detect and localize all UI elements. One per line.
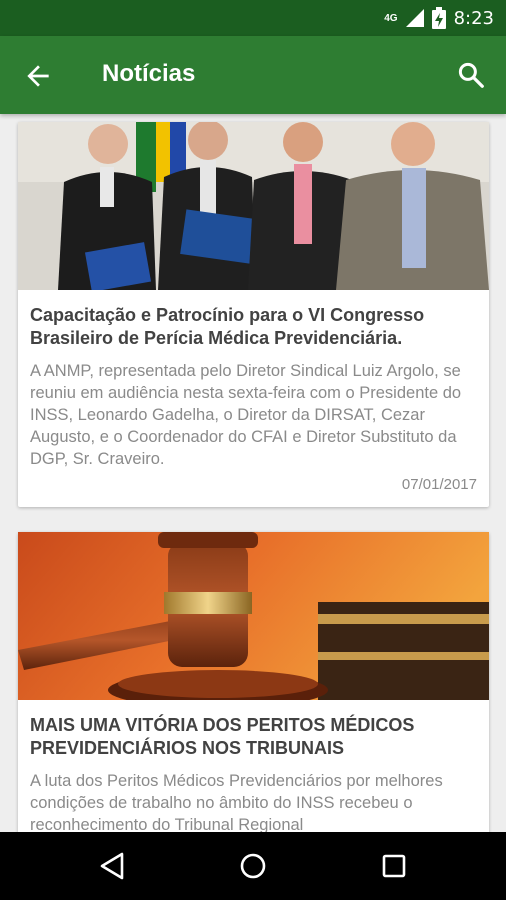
news-title[interactable]: MAIS UMA VITÓRIA DOS PERITOS MÉDICOS PRE… <box>30 714 477 760</box>
search-icon[interactable] <box>456 60 486 90</box>
battery-icon <box>431 7 446 29</box>
app-bar: Notícias <box>0 36 506 114</box>
news-image-gavel-photo <box>18 532 489 700</box>
news-card[interactable]: MAIS UMA VITÓRIA DOS PERITOS MÉDICOS PRE… <box>18 532 489 832</box>
news-card[interactable]: Capacitação e Patrocínio para o VI Congr… <box>18 122 489 507</box>
status-bar: 4G 8:23 <box>0 0 506 36</box>
network-type-label: 4G <box>384 12 398 24</box>
news-list: Capacitação e Patrocínio para o VI Congr… <box>0 114 506 832</box>
home-circle-icon[interactable] <box>236 849 270 883</box>
recents-square-icon[interactable] <box>377 849 411 883</box>
news-image-meeting-photo <box>18 122 489 290</box>
signal-icon <box>405 9 424 27</box>
news-title[interactable]: Capacitação e Patrocínio para o VI Congr… <box>30 304 477 350</box>
back-triangle-icon[interactable] <box>96 849 130 883</box>
news-date: 07/01/2017 <box>401 476 477 493</box>
back-arrow-icon[interactable] <box>22 60 54 92</box>
clock: 8:23 <box>453 7 494 29</box>
page-title: Notícias <box>102 60 196 87</box>
news-description: A ANMP, representada pelo Diretor Sindic… <box>30 362 462 468</box>
news-description: A luta dos Peritos Médicos Previdenciári… <box>30 772 443 832</box>
system-nav-bar <box>0 832 506 900</box>
